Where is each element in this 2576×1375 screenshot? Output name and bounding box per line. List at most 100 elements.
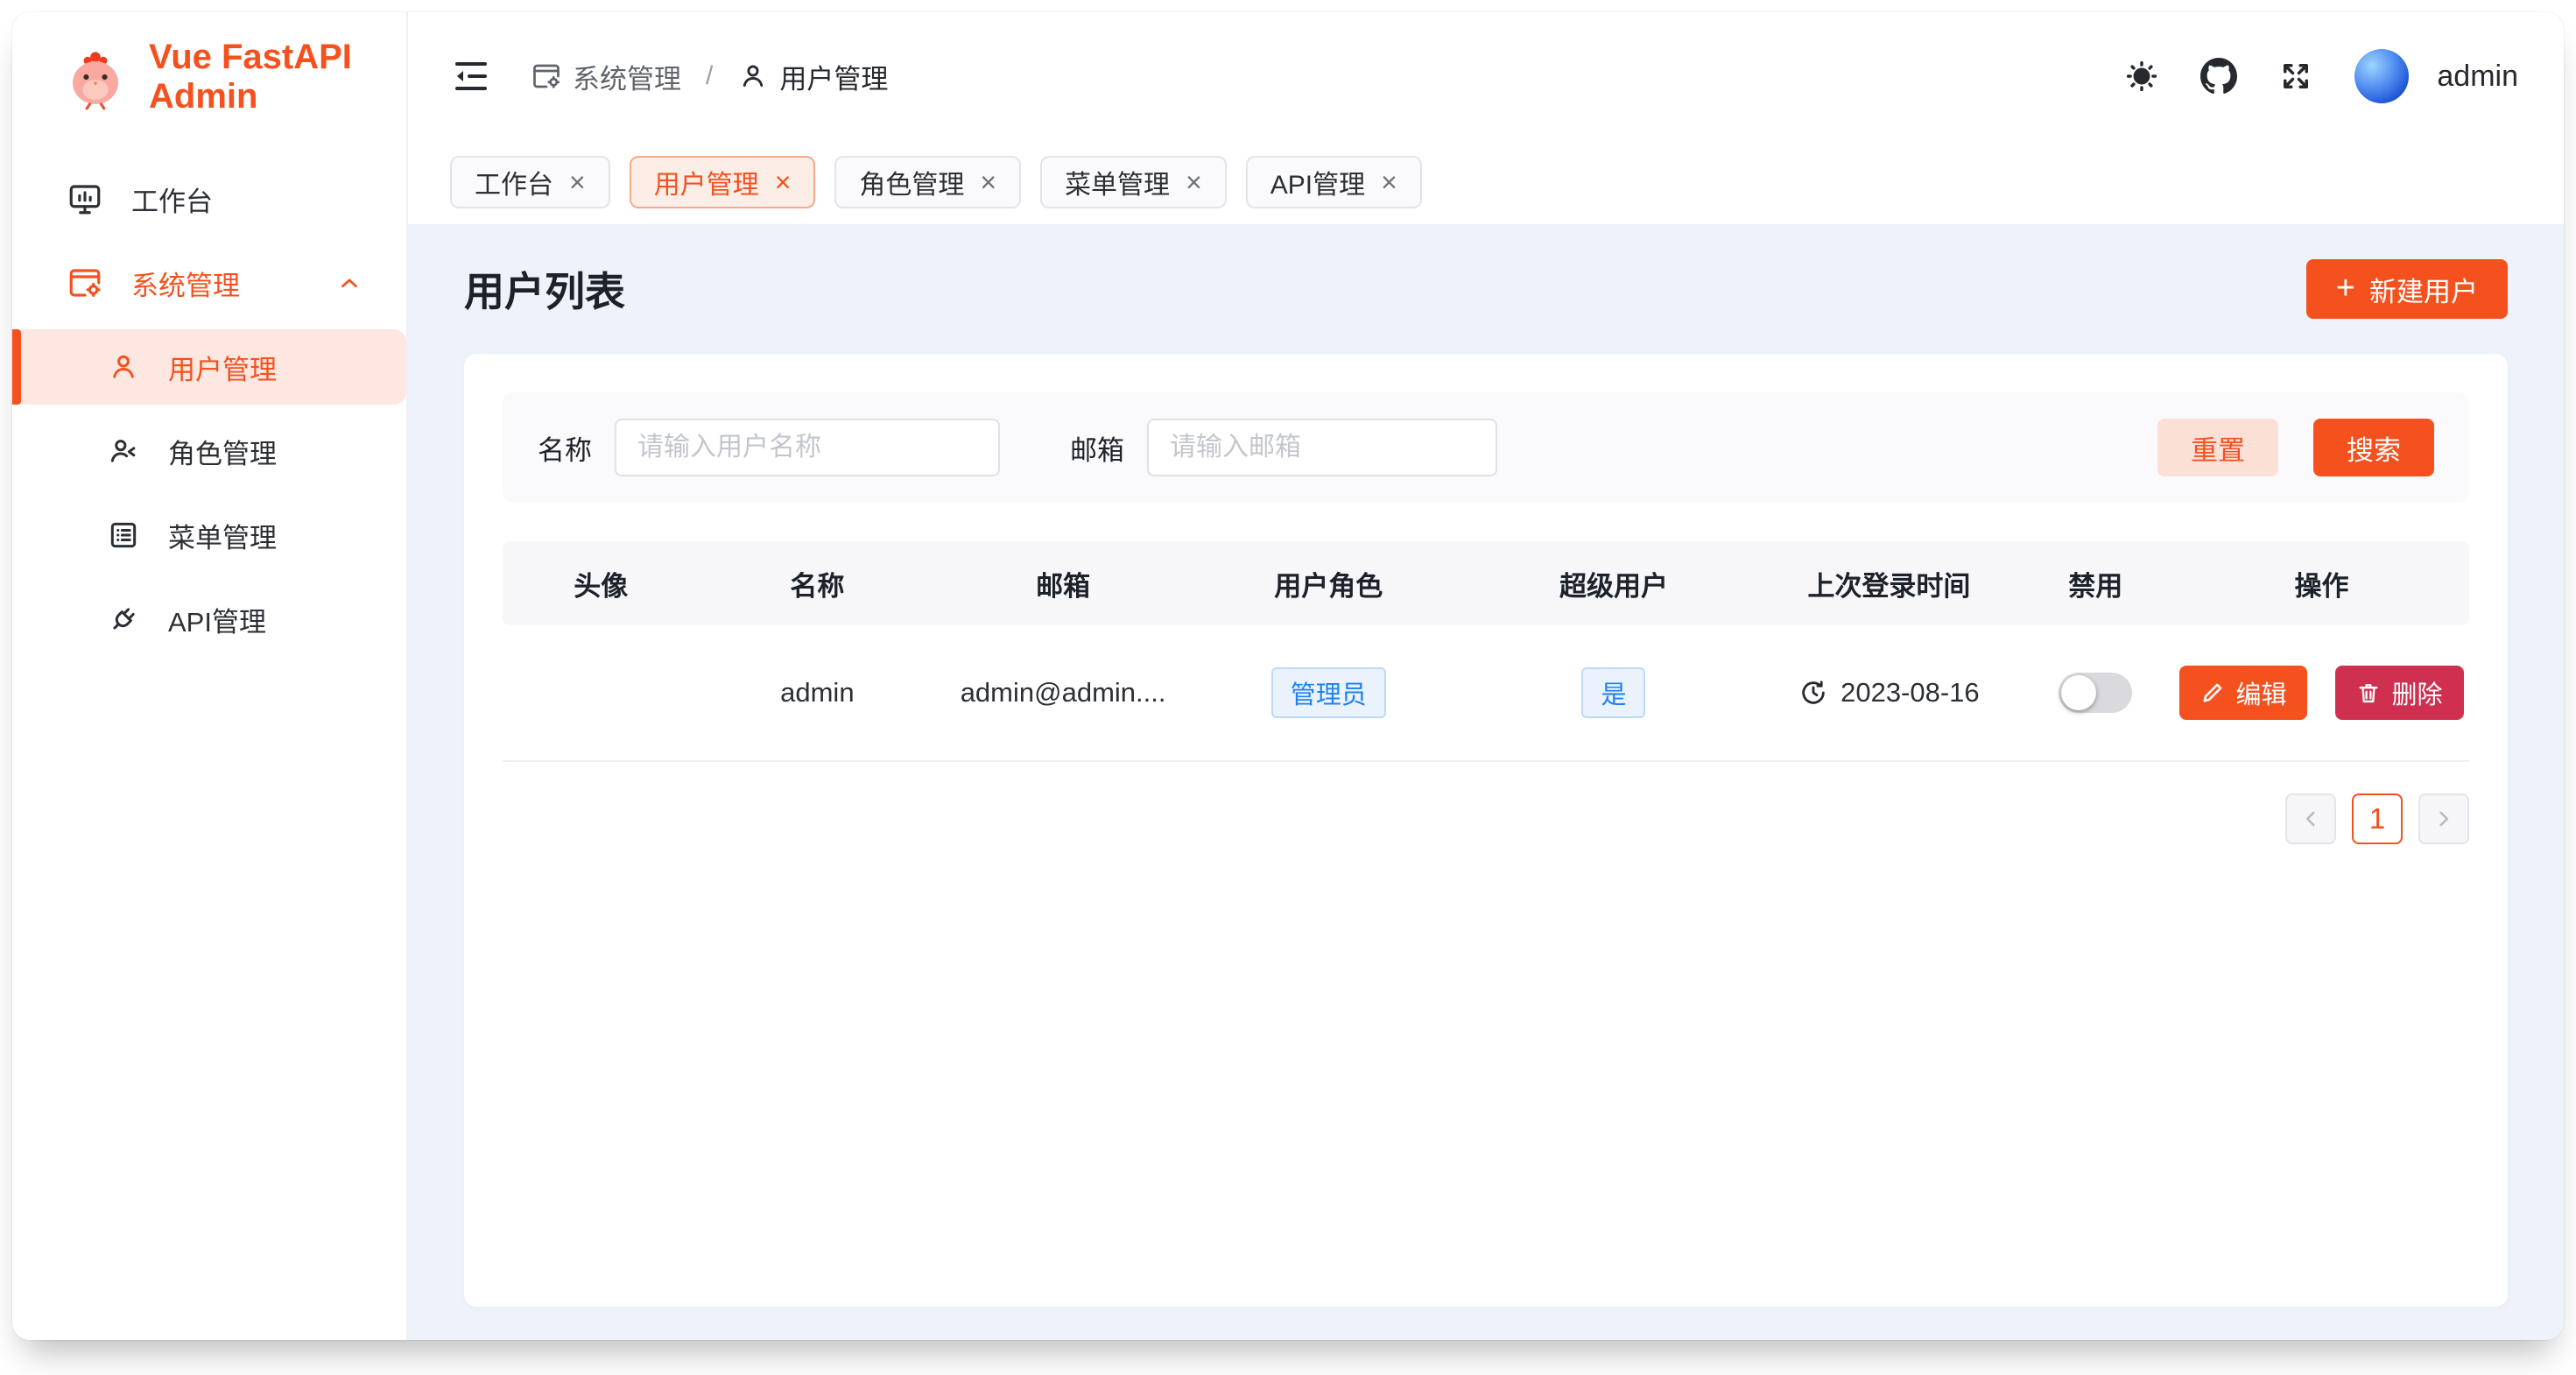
sidebar-item-label: 用户管理 [168, 348, 277, 387]
tab-label: 菜单管理 [1065, 163, 1170, 201]
breadcrumb-item-users[interactable]: 用户管理 [737, 57, 888, 96]
header-actions: admin [2123, 49, 2518, 103]
tab-label: 角色管理 [859, 163, 964, 201]
column-avatar: 头像 [503, 564, 700, 603]
chevron-right-icon [2432, 807, 2455, 830]
users-card: 名称 邮箱 重置 搜索 [464, 354, 2508, 1307]
tab-label: 用户管理 [654, 163, 759, 201]
filter-actions: 重置 搜索 [2157, 419, 2434, 476]
pagination-prev-button[interactable] [2285, 793, 2336, 844]
app-window: Vue FastAPI Admin 工作台 [12, 12, 2564, 1340]
sidebar-item-label: 系统管理 [131, 264, 240, 303]
tab-workbench[interactable]: 工作台 × [450, 156, 610, 208]
name-input[interactable] [615, 419, 1000, 476]
user-switch-icon [107, 434, 140, 468]
sidebar-item-system[interactable]: 系统管理 [12, 245, 406, 321]
page: Vue FastAPI Admin 工作台 [0, 0, 2576, 1375]
tab-users[interactable]: 用户管理 × [630, 156, 816, 208]
breadcrumb: 系统管理 / 用户管理 [531, 57, 888, 96]
list-icon [107, 518, 140, 552]
github-icon [2200, 58, 2237, 95]
sidebar-item-users[interactable]: 用户管理 [12, 329, 406, 405]
close-icon[interactable]: × [775, 168, 792, 196]
github-button[interactable] [2200, 58, 2237, 95]
tab-api[interactable]: API管理 × [1246, 156, 1422, 208]
role-tag: 管理员 [1271, 667, 1386, 718]
sidebar: Vue FastAPI Admin 工作台 [12, 12, 408, 1340]
column-disabled: 禁用 [2016, 564, 2174, 603]
trash-icon [2356, 680, 2381, 705]
close-icon[interactable]: × [980, 168, 996, 196]
table-header-row: 头像 名称 邮箱 用户角色 超级用户 上次登录时间 禁用 操作 [503, 541, 2469, 625]
sidebar-item-label: 菜单管理 [168, 516, 277, 555]
sidebar-item-label: API管理 [168, 600, 266, 639]
pagination-next-button[interactable] [2418, 793, 2469, 844]
chick-logo-icon [61, 43, 130, 111]
sidebar-collapse-button[interactable] [450, 55, 492, 97]
app-logo[interactable]: Vue FastAPI Admin [12, 12, 406, 142]
pagination-page-1[interactable]: 1 [2352, 793, 2403, 844]
close-icon[interactable]: × [569, 168, 586, 196]
plus-icon: + [2336, 271, 2355, 305]
tab-menus[interactable]: 菜单管理 × [1040, 156, 1227, 208]
pagination: 1 [503, 793, 2469, 844]
window-gear-icon [531, 60, 562, 92]
sidebar-item-api[interactable]: API管理 [12, 582, 406, 657]
sidebar-item-menus[interactable]: 菜单管理 [12, 497, 406, 573]
sidebar-nav: 工作台 系统管理 [12, 142, 406, 666]
name-label: 名称 [538, 428, 592, 468]
monitor-icon [67, 180, 103, 217]
chevron-up-icon [331, 270, 368, 296]
last-login-value: 2023-08-16 [1841, 677, 1980, 709]
tab-label: 工作台 [475, 163, 553, 201]
user-icon [107, 350, 140, 384]
disabled-cell [2016, 673, 2174, 713]
close-icon[interactable]: × [1381, 168, 1397, 196]
username[interactable]: admin [2437, 60, 2518, 94]
tab-roles[interactable]: 角色管理 × [834, 156, 1021, 208]
menu-fold-icon [450, 55, 492, 97]
sidebar-item-workbench[interactable]: 工作台 [12, 161, 406, 236]
breadcrumb-label: 系统管理 [573, 57, 681, 96]
main-area: 系统管理 / 用户管理 [408, 12, 2564, 1340]
delete-button[interactable]: 删除 [2335, 666, 2463, 720]
edit-button-label: 编辑 [2235, 674, 2286, 711]
column-actions: 操作 [2174, 564, 2469, 603]
fullscreen-button[interactable] [2277, 58, 2314, 95]
superuser-cell: 是 [1467, 667, 1762, 718]
breadcrumb-label: 用户管理 [779, 57, 888, 96]
disabled-toggle[interactable] [2059, 673, 2132, 713]
window-gear-icon [67, 264, 103, 301]
email-label: 邮箱 [1070, 428, 1124, 468]
edit-button[interactable]: 编辑 [2179, 666, 2307, 720]
pencil-icon [2200, 680, 2225, 705]
sidebar-item-label: 工作台 [131, 180, 213, 219]
new-user-button[interactable]: + 新建用户 [2306, 259, 2508, 319]
column-role: 用户角色 [1191, 564, 1466, 603]
reset-button[interactable]: 重置 [2157, 419, 2278, 476]
column-email: 邮箱 [935, 564, 1191, 603]
chevron-left-icon [2299, 807, 2322, 830]
tabs-bar: 工作台 × 用户管理 × 角色管理 × 菜单管理 × API管理 × [408, 140, 2564, 224]
sidebar-item-roles[interactable]: 角色管理 [12, 413, 406, 489]
close-icon[interactable]: × [1186, 168, 1202, 196]
page-header: 用户列表 + 新建用户 [464, 254, 2508, 324]
breadcrumb-item-system[interactable]: 系统管理 [531, 57, 681, 96]
delete-button-label: 删除 [2391, 674, 2442, 711]
search-button[interactable]: 搜索 [2313, 419, 2434, 476]
theme-toggle-button[interactable] [2123, 58, 2160, 95]
email-cell: admin@admin.... [935, 677, 1191, 709]
new-user-button-label: 新建用户 [2369, 270, 2478, 309]
column-superuser: 超级用户 [1467, 564, 1762, 603]
toggle-knob [2061, 675, 2096, 710]
user-icon [737, 60, 769, 92]
column-last-login: 上次登录时间 [1761, 564, 2016, 603]
email-input[interactable] [1147, 419, 1497, 476]
table-row: admin admin@admin.... 管理员 是 [503, 625, 2469, 762]
plug-icon [107, 603, 140, 636]
user-avatar[interactable] [2354, 49, 2409, 103]
content-area: 用户列表 + 新建用户 名称 邮箱 [408, 224, 2564, 1340]
column-name: 名称 [700, 564, 936, 603]
top-header: 系统管理 / 用户管理 [408, 12, 2564, 140]
filter-name-group: 名称 [538, 419, 1000, 476]
